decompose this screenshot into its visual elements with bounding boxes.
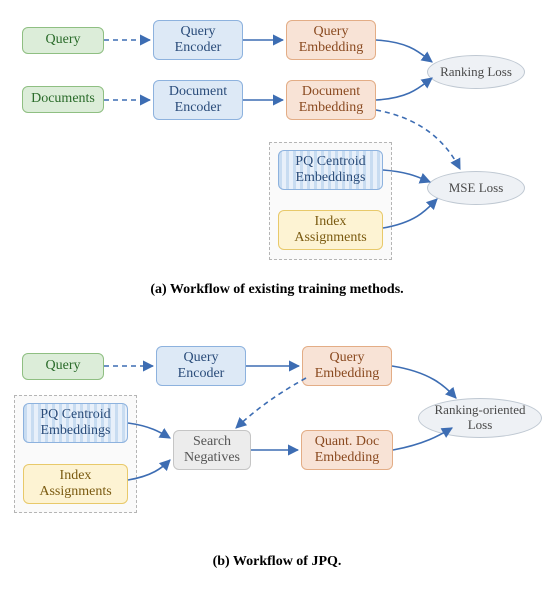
label: SearchNegatives bbox=[184, 434, 240, 466]
node-query-encoder-a: QueryEncoder bbox=[153, 20, 243, 60]
label: QueryEncoder bbox=[175, 24, 222, 56]
caption-a: (a) Workflow of existing training method… bbox=[0, 282, 554, 298]
node-pq-centroid-b: PQ CentroidEmbeddings bbox=[23, 403, 128, 443]
label: Quant. DocEmbedding bbox=[315, 434, 380, 466]
node-index-assignments-b: IndexAssignments bbox=[23, 464, 128, 504]
node-mse-loss-a: MSE Loss bbox=[427, 171, 525, 205]
node-query-embedding-a: QueryEmbedding bbox=[286, 20, 376, 60]
node-query-b: Query bbox=[22, 353, 104, 380]
edge-demb-to-rank-a bbox=[376, 78, 432, 100]
node-query-encoder-b: QueryEncoder bbox=[156, 346, 246, 386]
label: Ranking-orientedLoss bbox=[435, 403, 526, 433]
edge-qemb-to-rank-a bbox=[376, 40, 432, 62]
label: MSE Loss bbox=[449, 181, 504, 196]
edge-qemb-to-neg-b bbox=[236, 378, 306, 428]
node-ranking-oriented-loss-b: Ranking-orientedLoss bbox=[418, 398, 542, 438]
label: Documents bbox=[31, 91, 95, 107]
node-quant-doc-embedding-b: Quant. DocEmbedding bbox=[301, 430, 393, 470]
label: Query bbox=[46, 358, 81, 374]
label: QueryEmbedding bbox=[299, 24, 364, 56]
label: IndexAssignments bbox=[294, 214, 366, 246]
label: DocumentEmbedding bbox=[299, 84, 364, 116]
label: PQ CentroidEmbeddings bbox=[40, 407, 110, 439]
node-documents-a: Documents bbox=[22, 86, 104, 113]
node-index-assignments-a: IndexAssignments bbox=[278, 210, 383, 250]
label: DocumentEncoder bbox=[169, 84, 227, 116]
label: PQ CentroidEmbeddings bbox=[295, 154, 365, 186]
label: Query bbox=[46, 32, 81, 48]
node-document-encoder-a: DocumentEncoder bbox=[153, 80, 243, 120]
caption-b: (b) Workflow of JPQ. bbox=[0, 554, 554, 570]
label: IndexAssignments bbox=[39, 468, 111, 500]
node-search-negatives-b: SearchNegatives bbox=[173, 430, 251, 470]
node-ranking-loss-a: Ranking Loss bbox=[427, 55, 525, 89]
node-query-embedding-b: QueryEmbedding bbox=[302, 346, 392, 386]
label: Ranking Loss bbox=[440, 65, 512, 80]
node-query-a: Query bbox=[22, 27, 104, 54]
node-pq-centroid-a: PQ CentroidEmbeddings bbox=[278, 150, 383, 190]
node-document-embedding-a: DocumentEmbedding bbox=[286, 80, 376, 120]
edge-qemb-to-roloss-b bbox=[392, 366, 456, 398]
label: QueryEncoder bbox=[178, 350, 225, 382]
label: QueryEmbedding bbox=[315, 350, 380, 382]
